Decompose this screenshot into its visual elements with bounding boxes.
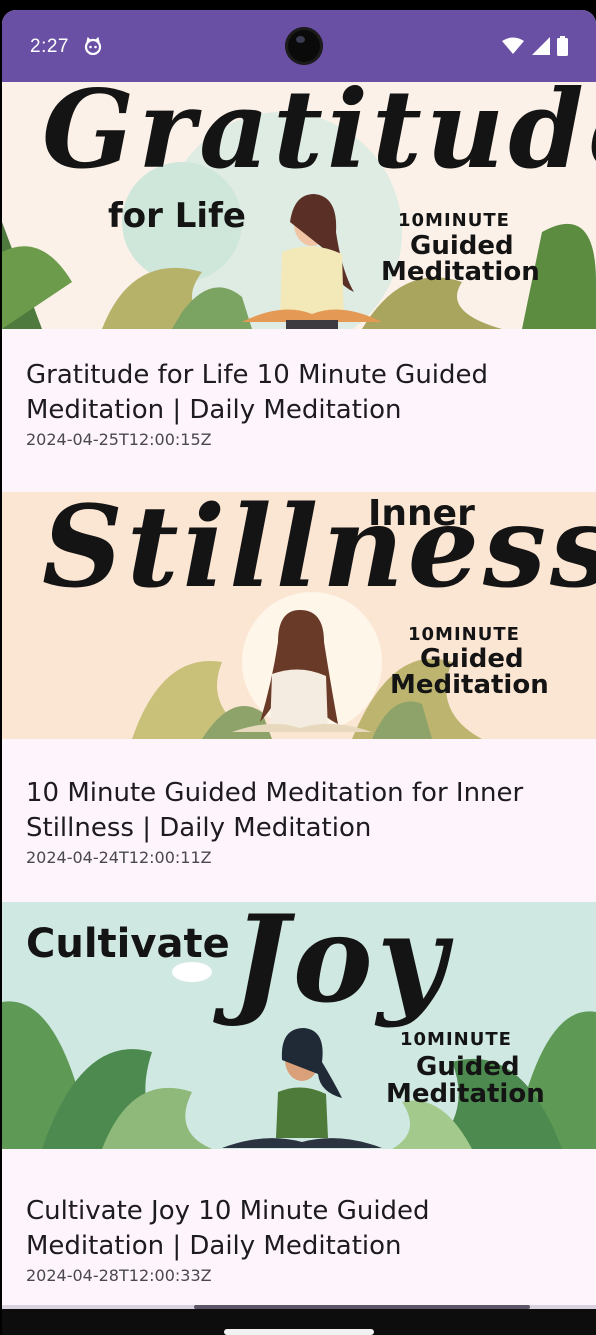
video-title[interactable]: 10 Minute Guided Meditation for Inner St… (26, 776, 566, 846)
cat-face-icon (84, 37, 102, 55)
wifi-icon (502, 37, 525, 54)
video-caption: 10 Minute Guided Meditation for Inner St… (26, 776, 566, 867)
thumbnail-line1: Guided (410, 231, 514, 261)
video-date: 2024-04-24T12:00:11Z (26, 848, 212, 867)
thumbnail-tag: 10MINUTE (400, 1029, 512, 1050)
video-card[interactable]: Cultivate Joy 10MINUTE Guided Meditation… (2, 902, 596, 1312)
video-card[interactable]: Stillness Inner 10MINUTE Guided Meditati… (2, 492, 596, 902)
home-handle[interactable] (224, 1329, 374, 1335)
video-card[interactable]: Gratitude for Life 10MINUTE Guided Medit… (2, 82, 596, 492)
thumbnail-tag: 10MINUTE (398, 210, 510, 231)
video-thumbnail[interactable]: Stillness Inner 10MINUTE Guided Meditati… (2, 492, 596, 739)
thumbnail-headline: Cultivate (26, 921, 230, 967)
video-thumbnail[interactable]: Cultivate Joy 10MINUTE Guided Meditation (2, 902, 596, 1149)
battery-icon (557, 36, 568, 56)
video-caption: Gratitude for Life 10 Minute Guided Medi… (26, 358, 566, 449)
front-camera (285, 27, 323, 65)
thumbnail-line2: Meditation (381, 257, 540, 287)
video-title[interactable]: Gratitude for Life 10 Minute Guided Medi… (26, 358, 566, 428)
status-icons (499, 36, 568, 56)
video-thumbnail[interactable]: Gratitude for Life 10MINUTE Guided Medit… (2, 82, 596, 329)
thumbnail-line2: Meditation (390, 670, 549, 700)
thumbnail-script-text: Joy (232, 902, 451, 1030)
video-feed[interactable]: Gratitude for Life 10MINUTE Guided Medit… (2, 82, 596, 1312)
thumbnail-line1: Guided (420, 644, 524, 674)
video-title[interactable]: Cultivate Joy 10 Minute Guided Meditatio… (26, 1194, 566, 1264)
thumbnail-line1: Guided (416, 1052, 520, 1082)
status-time: 2:27 (30, 36, 69, 57)
video-date: 2024-04-28T12:00:33Z (26, 1266, 212, 1285)
phone-screen: 2:27 Gratitud for Life 10MINUTE Guided M… (2, 10, 596, 1335)
video-caption: Cultivate Joy 10 Minute Guided Meditatio… (26, 1194, 566, 1285)
video-date: 2024-04-25T12:00:15Z (26, 430, 212, 449)
thumbnail-line2: Meditation (386, 1079, 545, 1109)
signal-icon (531, 37, 550, 55)
thumbnail-headline: for Life (108, 196, 246, 236)
gesture-nav-bar (2, 1309, 596, 1335)
thumbnail-tag: 10MINUTE (408, 624, 520, 645)
status-bar: 2:27 (2, 10, 596, 82)
thumbnail-headline: Inner (368, 493, 475, 534)
thumbnail-script-text: Gratitude (42, 82, 596, 193)
thumbnail-script-text: Stillness (42, 492, 596, 613)
